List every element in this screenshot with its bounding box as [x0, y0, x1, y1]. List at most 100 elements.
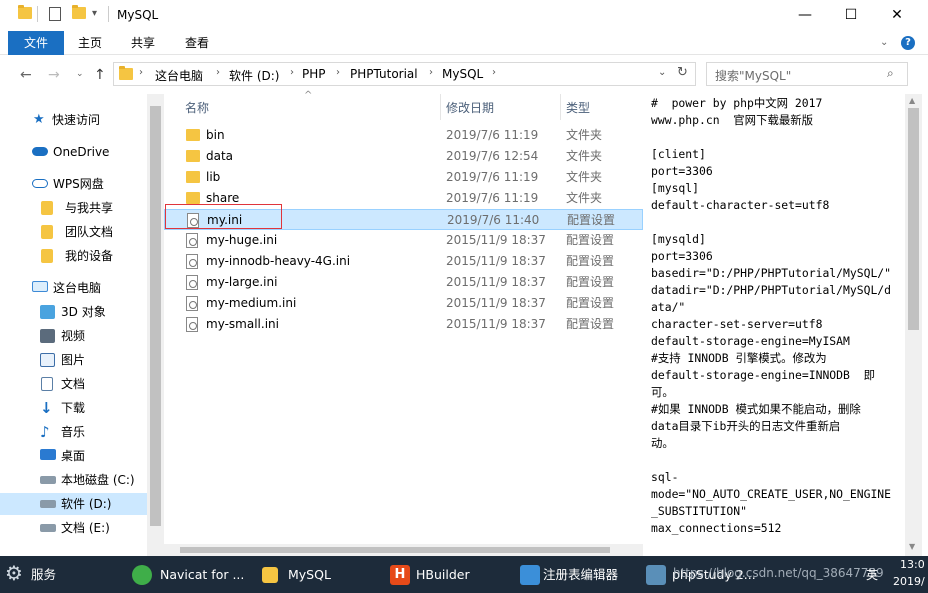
- sidebar-item-pictures[interactable]: 图片: [0, 349, 147, 371]
- sidebar-item-drive-d[interactable]: 软件 (D:): [0, 493, 147, 515]
- address-bar[interactable]: › 这台电脑 › 软件 (D:) › PHP › PHPTutorial › M…: [113, 62, 696, 86]
- scrollbar-thumb[interactable]: [180, 547, 610, 553]
- breadcrumb-drive-d[interactable]: 软件 (D:): [229, 67, 279, 84]
- window-title: MySQL: [117, 8, 159, 22]
- breadcrumb-php[interactable]: PHP: [302, 67, 326, 81]
- scrollbar-thumb[interactable]: [150, 106, 161, 526]
- tab-file[interactable]: 文件: [8, 31, 64, 55]
- tab-view[interactable]: 查看: [170, 31, 224, 55]
- preview-scrollbar[interactable]: ▲ ▼: [905, 94, 922, 556]
- taskbar-item-label: 服务: [31, 567, 57, 582]
- list-item[interactable]: lib 2019/7/6 11:19 文件夹: [164, 167, 643, 188]
- sidebar-item-3d-objects[interactable]: 3D 对象: [0, 301, 147, 323]
- list-item[interactable]: my-innodb-heavy-4G.ini 2015/11/9 18:37 配…: [164, 251, 643, 272]
- close-button[interactable]: ✕: [874, 0, 920, 31]
- column-divider[interactable]: [560, 94, 561, 120]
- sidebar-item-drive-c[interactable]: 本地磁盘 (C:): [0, 469, 147, 491]
- column-divider[interactable]: [440, 94, 441, 120]
- breadcrumb-separator[interactable]: ›: [492, 67, 496, 78]
- taskbar-item-services[interactable]: ⚙ 服务: [0, 556, 120, 593]
- preview-line: [mysql]: [651, 181, 700, 195]
- forward-arrow-icon[interactable]: →: [48, 67, 60, 83]
- tab-share[interactable]: 共享: [116, 31, 170, 55]
- sidebar-item-label: 文档: [61, 377, 86, 391]
- sidebar-item-downloads[interactable]: ↓ 下载: [0, 397, 147, 419]
- sidebar-item-documents[interactable]: 文档: [0, 373, 147, 395]
- sidebar-item-onedrive[interactable]: OneDrive: [0, 141, 147, 163]
- minimize-button[interactable]: —: [782, 0, 828, 31]
- breadcrumb-separator[interactable]: ›: [429, 67, 433, 78]
- recent-locations-icon[interactable]: ⌄: [76, 69, 84, 79]
- sidebar-item-shared-with-me[interactable]: 与我共享: [0, 197, 147, 219]
- up-arrow-icon[interactable]: ↑: [94, 67, 106, 83]
- hbuilder-icon: H: [390, 565, 410, 585]
- scroll-up-icon[interactable]: ▲: [909, 96, 915, 105]
- customize-toolbar-icon[interactable]: ▾: [92, 8, 97, 19]
- preview-line: [651, 129, 905, 146]
- sidebar-scrollbar[interactable]: [147, 94, 164, 556]
- sidebar-item-my-devices[interactable]: 我的设备: [0, 245, 147, 267]
- sidebar-item-drive-e[interactable]: 文档 (E:): [0, 517, 147, 539]
- back-arrow-icon[interactable]: ←: [20, 67, 32, 83]
- breadcrumb-phptutorial[interactable]: PHPTutorial: [350, 67, 418, 81]
- search-box[interactable]: 搜索"MySQL" ⌕: [706, 62, 908, 86]
- preview-line: default-storage-engine=INNODB 即: [651, 368, 875, 382]
- sidebar-item-this-pc[interactable]: 这台电脑: [0, 277, 147, 299]
- ime-indicator[interactable]: 英: [866, 566, 878, 583]
- config-file-icon: [186, 296, 198, 311]
- clock-date[interactable]: 2019/: [893, 575, 925, 588]
- maximize-button[interactable]: ☐: [828, 0, 874, 31]
- sidebar-item-quick-access[interactable]: ★ 快速访问: [0, 109, 147, 131]
- taskbar-item-registry-editor[interactable]: 注册表编辑器: [512, 556, 636, 593]
- file-type: 配置设置: [566, 317, 615, 331]
- list-item[interactable]: my-huge.ini 2015/11/9 18:37 配置设置: [164, 230, 643, 251]
- taskbar-item-mysql-folder[interactable]: MySQL: [256, 556, 380, 593]
- tab-home[interactable]: 主页: [64, 31, 116, 55]
- scrollbar-thumb[interactable]: [908, 108, 919, 330]
- list-item[interactable]: my-large.ini 2015/11/9 18:37 配置设置: [164, 272, 643, 293]
- sort-ascending-icon: ^: [304, 90, 313, 101]
- search-input[interactable]: 搜索"MySQL": [715, 67, 791, 84]
- folder-icon: [186, 129, 200, 141]
- new-folder-icon[interactable]: [72, 5, 86, 22]
- search-icon[interactable]: ⌕: [887, 66, 894, 81]
- breadcrumb-this-pc[interactable]: 这台电脑: [155, 67, 203, 84]
- list-item[interactable]: bin 2019/7/6 11:19 文件夹: [164, 125, 643, 146]
- preview-line: default-character-set=utf8: [651, 198, 830, 212]
- breadcrumb-separator[interactable]: ›: [336, 67, 340, 78]
- properties-icon[interactable]: [49, 7, 61, 21]
- sidebar-item-label: 我的设备: [65, 249, 114, 263]
- sidebar-item-desktop[interactable]: 桌面: [0, 445, 147, 467]
- breadcrumb-separator[interactable]: ›: [216, 67, 220, 78]
- breadcrumb-mysql[interactable]: MySQL: [442, 67, 483, 81]
- config-file-icon: [186, 233, 198, 248]
- sidebar-item-label: 团队文档: [65, 225, 114, 239]
- breadcrumb-separator[interactable]: ›: [290, 67, 294, 78]
- sidebar-item-music[interactable]: ♪ 音乐: [0, 421, 147, 443]
- column-header-name[interactable]: 名称: [185, 99, 209, 116]
- clock-time[interactable]: 13:0: [900, 558, 925, 571]
- address-dropdown-icon[interactable]: ⌄: [658, 67, 666, 78]
- file-type: 配置设置: [567, 213, 616, 227]
- taskbar-item-hbuilder[interactable]: H HBuilder: [384, 556, 508, 593]
- breadcrumb-separator[interactable]: ›: [139, 67, 143, 78]
- sidebar-item-team-docs[interactable]: 团队文档: [0, 221, 147, 243]
- help-icon[interactable]: ?: [901, 36, 915, 50]
- sidebar-item-videos[interactable]: 视频: [0, 325, 147, 347]
- column-header-date[interactable]: 修改日期: [446, 99, 494, 116]
- preview-line: port=3306: [651, 249, 713, 263]
- scroll-down-icon[interactable]: ▼: [909, 542, 915, 551]
- sidebar-item-wps-drive[interactable]: WPS网盘: [0, 173, 147, 195]
- file-type: 配置设置: [566, 233, 615, 247]
- column-header-type[interactable]: 类型: [566, 99, 590, 116]
- taskbar-item-navicat[interactable]: Navicat for ...: [126, 556, 250, 593]
- refresh-icon[interactable]: ↻: [677, 65, 688, 80]
- expand-ribbon-icon[interactable]: ⌄: [880, 37, 888, 48]
- sidebar-item-label: 本地磁盘 (C:): [61, 473, 135, 487]
- file-list-horizontal-scrollbar[interactable]: [164, 544, 643, 556]
- list-item[interactable]: my-medium.ini 2015/11/9 18:37 配置设置: [164, 293, 643, 314]
- list-item[interactable]: data 2019/7/6 12:54 文件夹: [164, 146, 643, 167]
- sidebar-item-label: 快速访问: [52, 113, 101, 127]
- folder-icon: [186, 171, 200, 183]
- list-item[interactable]: my-small.ini 2015/11/9 18:37 配置设置: [164, 314, 643, 335]
